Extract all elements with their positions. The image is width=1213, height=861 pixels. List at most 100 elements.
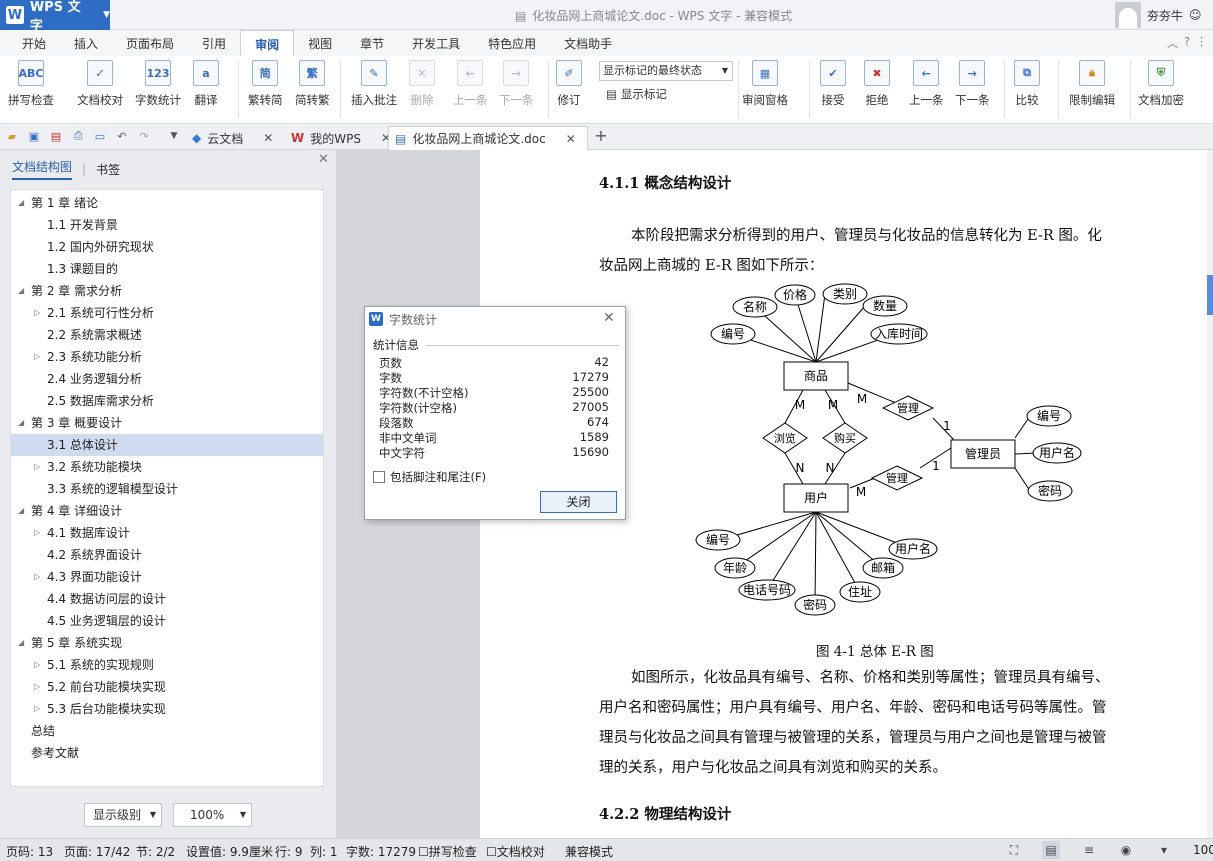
prev-change-button[interactable]: ← 上一条 bbox=[909, 60, 944, 108]
tab-doc-assistant[interactable]: 文档助手 bbox=[550, 30, 626, 56]
tab-view[interactable]: 视图 bbox=[294, 30, 346, 56]
include-footnotes-checkbox[interactable]: 包括脚注和尾注(F) bbox=[373, 469, 486, 485]
outline-chapter[interactable]: ◢ 第 3 章 概要设计 bbox=[11, 412, 323, 434]
outline-chapter[interactable]: ◢ 第 2 章 需求分析 bbox=[11, 280, 323, 302]
translate-button[interactable]: a 翻译 bbox=[193, 60, 219, 108]
next-comment-button[interactable]: → 下一条 bbox=[499, 60, 534, 108]
outline-section[interactable]: 2.5 数据库需求分析 bbox=[11, 390, 323, 412]
export-pdf-icon[interactable]: ▤ bbox=[48, 128, 64, 144]
outline-section[interactable]: 4.5 业务逻辑层的设计 bbox=[11, 610, 323, 632]
collapse-icon[interactable]: ◢ bbox=[18, 500, 24, 522]
redo-icon[interactable]: ↷ bbox=[136, 128, 152, 144]
collapse-icon[interactable]: ◢ bbox=[18, 280, 24, 302]
outline-chapter[interactable]: 参考文献 bbox=[11, 742, 323, 764]
outline-chapter[interactable]: ◢ 第 5 章 系统实现 bbox=[11, 632, 323, 654]
zoom-select[interactable]: 100% ▼ bbox=[173, 803, 252, 827]
outline-section[interactable]: 4.2 系统界面设计 bbox=[11, 544, 323, 566]
spell-check-button[interactable]: ABC 拼写检查 bbox=[8, 60, 54, 108]
web-view-icon[interactable]: ◉ bbox=[1117, 841, 1135, 859]
fullscreen-icon[interactable]: ⛶ bbox=[1005, 841, 1023, 859]
outline-section[interactable]: 4.4 数据访问层的设计 bbox=[11, 588, 323, 610]
restrict-edit-button[interactable]: 🔒︎ 限制编辑 bbox=[1069, 60, 1115, 108]
tab-document-structure[interactable]: 文档结构图 bbox=[12, 158, 73, 180]
doc-proof-button[interactable]: ✓ 文档校对 bbox=[77, 60, 123, 108]
vertical-scrollbar[interactable] bbox=[1207, 150, 1213, 838]
checkbox-box[interactable] bbox=[373, 471, 385, 483]
outline-section[interactable]: ▷ 4.1 数据库设计 bbox=[11, 522, 323, 544]
outline-section[interactable]: 3.1 总体设计 bbox=[11, 434, 323, 456]
outline-section[interactable]: ▷ 2.1 系统可行性分析 bbox=[11, 302, 323, 324]
outline-section[interactable]: ▷ 5.1 系统的实现规则 bbox=[11, 654, 323, 676]
expand-icon[interactable]: ▷ bbox=[34, 346, 40, 368]
open-folder-icon[interactable]: ▰ bbox=[4, 128, 20, 144]
prev-comment-button[interactable]: ← 上一条 bbox=[453, 60, 488, 108]
outline-section[interactable]: 1.3 课题目的 bbox=[11, 258, 323, 280]
status-doc-proof[interactable]: ☐文档校对 bbox=[486, 843, 545, 860]
insert-comment-button[interactable]: ✎ 插入批注 bbox=[351, 60, 397, 108]
collapse-icon[interactable]: ◢ bbox=[18, 192, 24, 214]
next-change-button[interactable]: → 下一条 bbox=[955, 60, 990, 108]
encrypt-button[interactable]: ⛨ 文档加密 bbox=[1138, 60, 1184, 108]
review-pane-button[interactable]: ▦ 审阅窗格 bbox=[742, 60, 788, 108]
tab-bookmarks[interactable]: 书签 bbox=[96, 161, 120, 178]
outline-section[interactable]: 3.3 系统的逻辑模型设计 bbox=[11, 478, 323, 500]
tab-home[interactable]: 开始 bbox=[8, 30, 60, 56]
outline-section[interactable]: 1.1 开发背景 bbox=[11, 214, 323, 236]
scrollbar-thumb[interactable] bbox=[1207, 275, 1213, 315]
outline-section[interactable]: 2.4 业务逻辑分析 bbox=[11, 368, 323, 390]
tab-insert[interactable]: 插入 bbox=[60, 30, 112, 56]
collapse-icon[interactable]: ◢ bbox=[18, 412, 24, 434]
word-count-button[interactable]: 123 字数统计 bbox=[135, 60, 181, 108]
outline-section[interactable]: ▷ 4.3 界面功能设计 bbox=[11, 566, 323, 588]
customize-dropdown-icon[interactable]: ▼ bbox=[166, 128, 182, 144]
new-tab-icon[interactable]: + bbox=[593, 126, 609, 145]
dialog-title-bar[interactable]: W 字数统计 bbox=[365, 307, 625, 331]
track-changes-button[interactable]: ✐ 修订 bbox=[556, 60, 582, 108]
user-account[interactable]: 夯夯牛 ☺ bbox=[1115, 2, 1202, 28]
status-word-count[interactable]: 字数: 17279 bbox=[346, 843, 416, 860]
status-spell-check[interactable]: ☐拼写检查 bbox=[418, 843, 477, 860]
outline-chapter[interactable]: ◢ 第 1 章 绪论 bbox=[11, 192, 323, 214]
accept-button[interactable]: ✔ 接受 bbox=[820, 60, 846, 108]
trad-to-simp-button[interactable]: 简繁转简 bbox=[248, 60, 283, 108]
close-icon[interactable]: ✕ bbox=[566, 132, 576, 146]
outline-section[interactable]: 1.2 国内外研究现状 bbox=[11, 236, 323, 258]
markup-mode-select[interactable]: 显示标记的最终状态 ▼ bbox=[599, 61, 733, 81]
close-button[interactable]: 关闭 bbox=[540, 491, 617, 513]
tab-my-wps[interactable]: W 我的WPS ✕ bbox=[285, 126, 397, 150]
tab-current-document[interactable]: ▤ 化妆品网上商城论文.doc ✕ bbox=[388, 126, 588, 150]
display-level-select[interactable]: 显示级别 ▼ bbox=[84, 803, 162, 827]
expand-icon[interactable]: ▷ bbox=[34, 676, 40, 698]
tab-references[interactable]: 引用 bbox=[188, 30, 240, 56]
expand-icon[interactable]: ▷ bbox=[34, 654, 40, 676]
compare-button[interactable]: ⧉ 比较 bbox=[1014, 60, 1040, 108]
tab-chapter[interactable]: 章节 bbox=[346, 30, 398, 56]
outline-chapter[interactable]: 总结 bbox=[11, 720, 323, 742]
expand-icon[interactable]: ▷ bbox=[34, 566, 40, 588]
tab-developer[interactable]: 开发工具 bbox=[398, 30, 474, 56]
tab-cloud-docs[interactable]: ◆ 云文档 ✕ bbox=[186, 126, 279, 150]
outline-section[interactable]: ▷ 5.2 前台功能模块实现 bbox=[11, 676, 323, 698]
close-icon[interactable]: ✕ bbox=[603, 310, 615, 326]
status-page[interactable]: 页面: 17/42 bbox=[64, 843, 130, 860]
outline-section[interactable]: ▷ 5.3 后台功能模块实现 bbox=[11, 698, 323, 720]
close-icon[interactable]: ✕ bbox=[263, 131, 273, 145]
reject-button[interactable]: ✖ 拒绝 bbox=[864, 60, 890, 108]
tab-features[interactable]: 特色应用 bbox=[474, 30, 550, 56]
undo-icon[interactable]: ↶ bbox=[114, 128, 130, 144]
chevron-up-icon[interactable]: ︿ bbox=[1167, 35, 1178, 51]
help-icon[interactable]: ? bbox=[1184, 35, 1190, 51]
outline-section[interactable]: ▷ 2.3 系统功能分析 bbox=[11, 346, 323, 368]
simp-to-trad-button[interactable]: 繁简转繁 bbox=[295, 60, 330, 108]
print-preview-icon[interactable]: ▭ bbox=[92, 128, 108, 144]
tab-page-layout[interactable]: 页面布局 bbox=[112, 30, 188, 56]
app-menu-button[interactable]: W WPS 文字 ▼ bbox=[0, 0, 110, 34]
reading-mode-icon[interactable]: ▾ bbox=[1155, 841, 1173, 859]
outline-chapter[interactable]: ◢ 第 4 章 详细设计 bbox=[11, 500, 323, 522]
expand-icon[interactable]: ▷ bbox=[34, 456, 40, 478]
smile-icon[interactable]: ☺ bbox=[1189, 8, 1202, 22]
outline-section[interactable]: 2.2 系统需求概述 bbox=[11, 324, 323, 346]
save-icon[interactable]: ▣ bbox=[26, 128, 42, 144]
outline-view-icon[interactable]: ≡ bbox=[1080, 841, 1098, 859]
expand-icon[interactable]: ▷ bbox=[34, 522, 40, 544]
